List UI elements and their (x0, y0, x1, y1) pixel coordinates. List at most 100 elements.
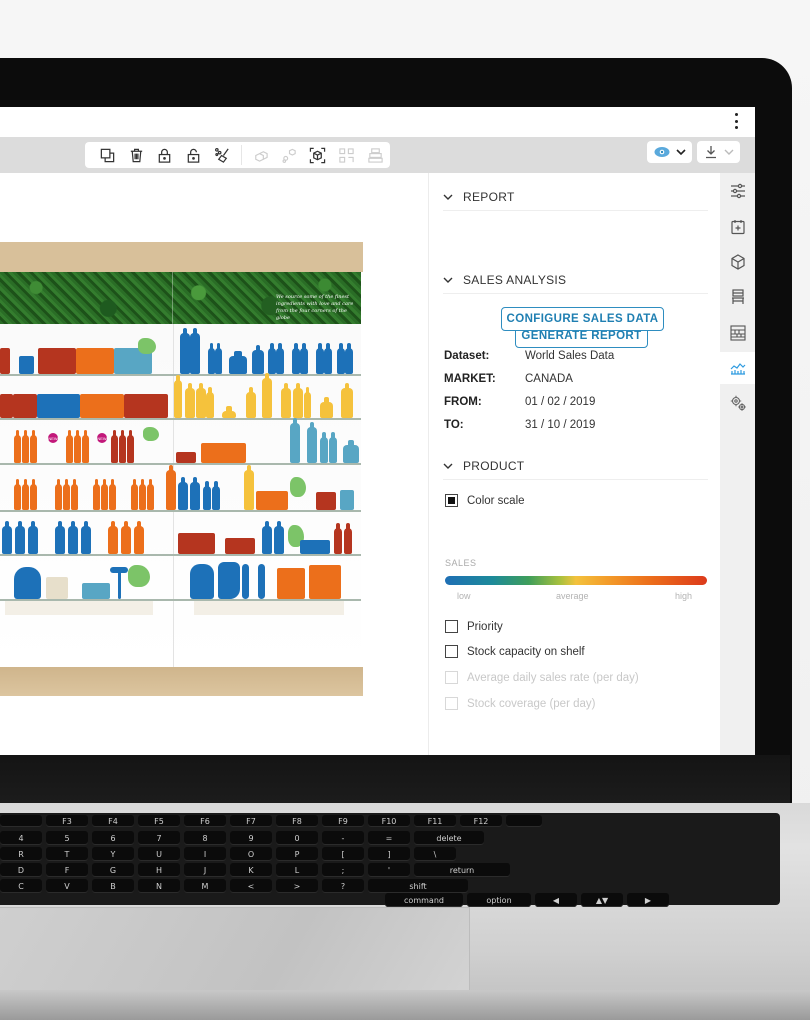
keyboard-key[interactable]: return (414, 863, 510, 877)
keyboard-key[interactable]: - (322, 831, 364, 845)
stock-capacity-checkbox[interactable]: Stock capacity on shelf (445, 645, 585, 658)
product-bottle[interactable] (139, 479, 146, 510)
product-bottle[interactable] (324, 343, 332, 374)
product-mitt[interactable] (218, 562, 240, 599)
keyboard-key[interactable]: P (276, 847, 318, 861)
product-bottle[interactable] (337, 343, 345, 374)
product-bottle[interactable] (244, 465, 254, 510)
checkbox[interactable] (445, 645, 458, 658)
keyboard-key[interactable]: Y (92, 847, 134, 861)
region-map[interactable] (290, 477, 306, 497)
rail-item-shelf[interactable] (720, 317, 755, 349)
keyboard-key[interactable]: F4 (92, 815, 134, 827)
keyboard-key[interactable]: F8 (276, 815, 318, 827)
broom-icon[interactable] (208, 144, 237, 166)
keyboard-key[interactable]: O (230, 847, 272, 861)
product-bottle[interactable] (68, 521, 78, 554)
region-map[interactable] (128, 565, 150, 587)
product-bottle[interactable] (300, 343, 308, 374)
product-bottle[interactable] (121, 521, 131, 554)
cubes-ungroup-icon[interactable] (275, 144, 304, 166)
keyboard-key[interactable]: \ (414, 847, 456, 861)
view-mode-button[interactable] (647, 141, 692, 163)
product-bottle[interactable] (222, 406, 236, 418)
keyboard-key[interactable]: T (46, 847, 88, 861)
product-box[interactable] (300, 540, 330, 554)
keyboard-key[interactable]: > (276, 879, 318, 893)
product-bottle[interactable] (344, 523, 352, 554)
product-bottle[interactable] (119, 430, 126, 463)
new-badge[interactable]: NEW (97, 433, 107, 443)
rail-item-sales-analysis[interactable] (720, 352, 755, 384)
keyboard-key[interactable]: D (0, 863, 42, 877)
keyboard-key[interactable]: shift (368, 879, 468, 893)
keyboard-key[interactable]: F5 (138, 815, 180, 827)
product-bottle[interactable] (307, 422, 317, 463)
product-towel[interactable] (46, 577, 68, 599)
product-bottle[interactable] (30, 479, 37, 510)
keyboard-key[interactable]: F11 (414, 815, 456, 827)
keyboard-key[interactable]: ' (368, 863, 410, 877)
kebab-vertical-icon[interactable] (733, 113, 739, 129)
keyboard-key[interactable]: option (467, 893, 531, 907)
keyboard-key[interactable]: F9 (322, 815, 364, 827)
product-bottle[interactable] (74, 430, 81, 463)
keyboard-key[interactable]: I (184, 847, 226, 861)
product-bottle[interactable] (178, 477, 188, 510)
keyboard-key[interactable]: ? (322, 879, 364, 893)
keyboard-key[interactable]: 6 (92, 831, 134, 845)
region-map[interactable] (143, 427, 159, 441)
product-bottle[interactable] (134, 521, 144, 554)
product-bottle[interactable] (215, 343, 222, 374)
product-bottle[interactable] (196, 383, 206, 418)
swap-blocks-icon[interactable] (332, 144, 361, 166)
product-box[interactable] (277, 568, 305, 599)
product-bottle[interactable] (2, 521, 12, 554)
product-bottle[interactable] (190, 328, 200, 374)
product-bottle[interactable] (127, 430, 134, 463)
color-scale-checkbox[interactable]: Color scale (445, 494, 525, 507)
product-bottle[interactable] (22, 479, 29, 510)
checkbox[interactable] (445, 620, 458, 633)
product-bottle[interactable] (108, 521, 118, 554)
product-section-header[interactable]: PRODUCT (443, 452, 708, 480)
keyboard-key[interactable]: [ (322, 847, 364, 861)
product-box[interactable] (76, 348, 114, 374)
product-box[interactable] (176, 452, 196, 463)
product-bottle[interactable] (147, 479, 154, 510)
product-bottle[interactable] (203, 481, 211, 510)
product-box[interactable] (178, 533, 215, 554)
keyboard-key[interactable]: command (385, 893, 463, 907)
product-box[interactable] (256, 491, 288, 510)
keyboard-key[interactable]: F6 (184, 815, 226, 827)
product-bottle[interactable] (252, 345, 264, 374)
product-bottle[interactable] (55, 521, 65, 554)
product-bottle[interactable] (131, 479, 138, 510)
shelf-fixture[interactable]: We source some of the finest ingredients… (0, 242, 363, 696)
keyboard-key[interactable]: 9 (230, 831, 272, 845)
keyboard-key[interactable]: = (368, 831, 410, 845)
product-bottle[interactable] (66, 430, 73, 463)
product-bottle[interactable] (293, 383, 303, 418)
product-box[interactable] (37, 394, 80, 418)
download-button[interactable] (697, 141, 740, 163)
product-bottle[interactable] (334, 523, 342, 554)
product-bottle[interactable] (208, 343, 215, 374)
keyboard-key[interactable]: 5 (46, 831, 88, 845)
product-box[interactable] (309, 565, 341, 599)
product-box[interactable] (38, 348, 76, 374)
rail-item-advanced-settings[interactable] (720, 387, 755, 419)
keyboard-key[interactable]: F10 (368, 815, 410, 827)
keyboard-key[interactable]: M (184, 879, 226, 893)
keyboard-key[interactable]: F (46, 863, 88, 877)
product-bottle[interactable] (262, 521, 272, 554)
duplicate-icon[interactable] (93, 144, 122, 166)
product-pack[interactable] (82, 583, 110, 599)
product-bottle[interactable] (206, 387, 214, 418)
cubes-group-icon[interactable] (246, 144, 275, 166)
shelf-stack-icon[interactable] (361, 144, 390, 166)
product-bottle[interactable] (14, 430, 21, 463)
keyboard-key[interactable]: V (46, 879, 88, 893)
keyboard-key[interactable]: 8 (184, 831, 226, 845)
keyboard-key[interactable]: ▲▼ (581, 893, 623, 907)
